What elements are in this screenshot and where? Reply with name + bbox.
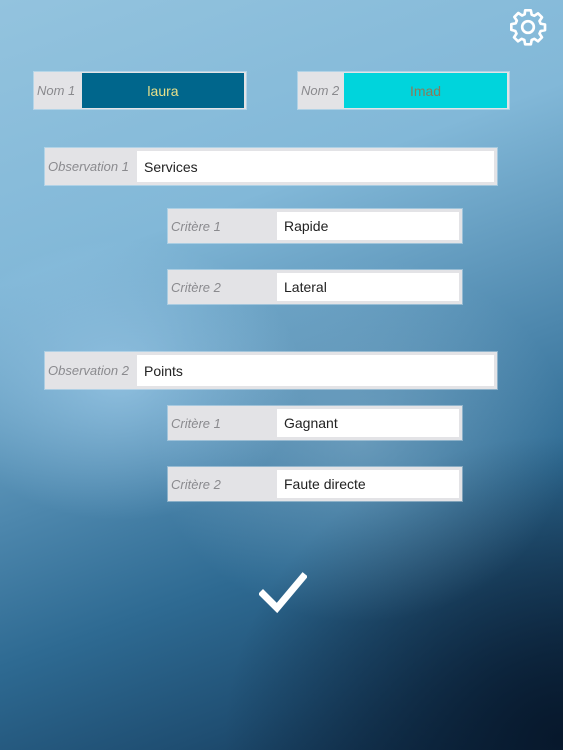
name-2-input[interactable]: Imad <box>344 73 507 108</box>
criterion-label: Critère 2 <box>171 279 221 295</box>
name-1-group: Nom 1 laura <box>34 72 246 109</box>
name-1-input[interactable]: laura <box>82 73 244 108</box>
observation-1-criterion-2-group: Critère 2 Lateral <box>168 270 462 304</box>
name-2-label: Nom 2 <box>301 83 340 98</box>
gear-icon[interactable] <box>508 7 548 47</box>
checkmark-icon[interactable] <box>259 572 307 614</box>
criterion-label: Critère 2 <box>171 476 221 492</box>
criterion-label: Critère 1 <box>171 415 221 431</box>
observation-2-criterion-1-group: Critère 1 Gagnant <box>168 406 462 440</box>
observation-2-group: Observation 2 Points <box>45 352 497 389</box>
observation-2-label: Observation 2 <box>48 363 129 378</box>
criterion-input[interactable]: Faute directe <box>277 470 459 498</box>
criterion-input[interactable]: Rapide <box>277 212 459 240</box>
observation-2-input[interactable]: Points <box>137 355 494 386</box>
observation-1-group: Observation 1 Services <box>45 148 497 185</box>
observation-1-criterion-1-group: Critère 1 Rapide <box>168 209 462 243</box>
criterion-label: Critère 1 <box>171 218 221 234</box>
observation-1-input[interactable]: Services <box>137 151 494 182</box>
name-1-label: Nom 1 <box>37 83 76 98</box>
criterion-input[interactable]: Lateral <box>277 273 459 301</box>
name-2-group: Nom 2 Imad <box>298 72 509 109</box>
observation-1-label: Observation 1 <box>48 159 129 174</box>
observation-2-criterion-2-group: Critère 2 Faute directe <box>168 467 462 501</box>
criterion-input[interactable]: Gagnant <box>277 409 459 437</box>
